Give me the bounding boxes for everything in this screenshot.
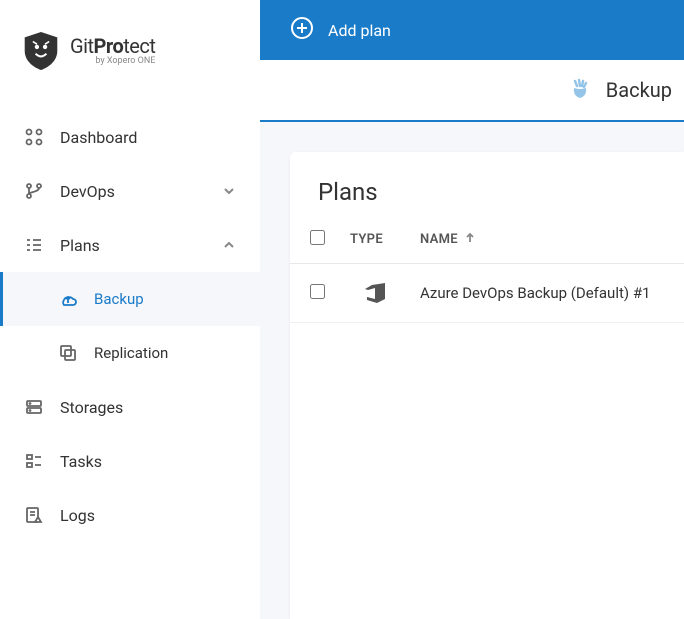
- nav: Dashboard DevOps Plans: [0, 110, 260, 542]
- nav-label: DevOps: [60, 182, 206, 201]
- nav-label: Tasks: [60, 452, 236, 471]
- chevron-up-icon: [222, 238, 236, 252]
- breadcrumb-current: Backup: [606, 78, 672, 102]
- logo-text: GitProtect by Xopero ONE: [70, 35, 155, 67]
- nav-label: Replication: [94, 344, 236, 362]
- table-row[interactable]: Azure DevOps Backup (Default) #1: [290, 264, 684, 323]
- tasks-icon: [24, 451, 44, 471]
- nav-label: Logs: [60, 506, 236, 525]
- row-name: Azure DevOps Backup (Default) #1: [420, 284, 664, 302]
- main: Add plan Backup Plans TYPE NAME: [260, 0, 684, 619]
- add-plan-button[interactable]: Add plan: [260, 0, 684, 60]
- sidebar-item-replication[interactable]: Replication: [0, 326, 260, 380]
- hand-wave-icon: [568, 78, 592, 102]
- select-all-cell: [310, 230, 330, 249]
- backup-icon: [58, 289, 78, 309]
- dashboard-icon: [24, 127, 44, 147]
- storage-icon: [24, 397, 44, 417]
- nav-label: Backup: [94, 290, 236, 308]
- branch-icon: [24, 181, 44, 201]
- plans-panel: Plans TYPE NAME Azure DevOps Back: [290, 152, 684, 619]
- panel-title: Plans: [290, 152, 684, 216]
- sidebar-item-dashboard[interactable]: Dashboard: [0, 110, 260, 164]
- sort-asc-icon: [464, 232, 476, 248]
- azure-devops-icon: [363, 282, 387, 304]
- chevron-down-icon: [222, 184, 236, 198]
- sidebar-item-backup[interactable]: Backup: [0, 272, 260, 326]
- nav-label: Plans: [60, 236, 206, 255]
- logs-icon: [24, 505, 44, 525]
- sidebar-item-storages[interactable]: Storages: [0, 380, 260, 434]
- row-check-cell: [310, 284, 330, 303]
- shield-icon: [24, 32, 58, 70]
- replication-icon: [58, 343, 78, 363]
- sidebar-item-plans[interactable]: Plans: [0, 218, 260, 272]
- logo[interactable]: GitProtect by Xopero ONE: [0, 32, 260, 110]
- row-type-icon: [350, 282, 400, 304]
- nav-label: Dashboard: [60, 128, 236, 147]
- table-header: TYPE NAME: [290, 216, 684, 264]
- breadcrumb: Backup: [260, 60, 684, 122]
- sidebar-item-devops[interactable]: DevOps: [0, 164, 260, 218]
- sidebar-item-tasks[interactable]: Tasks: [0, 434, 260, 488]
- select-all-checkbox[interactable]: [310, 230, 325, 245]
- plans-icon: [24, 235, 44, 255]
- nav-label: Storages: [60, 398, 236, 417]
- column-name[interactable]: NAME: [420, 232, 664, 248]
- add-icon: [290, 16, 314, 44]
- column-type[interactable]: TYPE: [350, 232, 400, 247]
- column-name-label: NAME: [420, 232, 458, 247]
- sidebar: GitProtect by Xopero ONE Dashboard DevOp…: [0, 0, 260, 619]
- add-plan-label: Add plan: [328, 21, 391, 40]
- row-checkbox[interactable]: [310, 284, 325, 299]
- sidebar-item-logs[interactable]: Logs: [0, 488, 260, 542]
